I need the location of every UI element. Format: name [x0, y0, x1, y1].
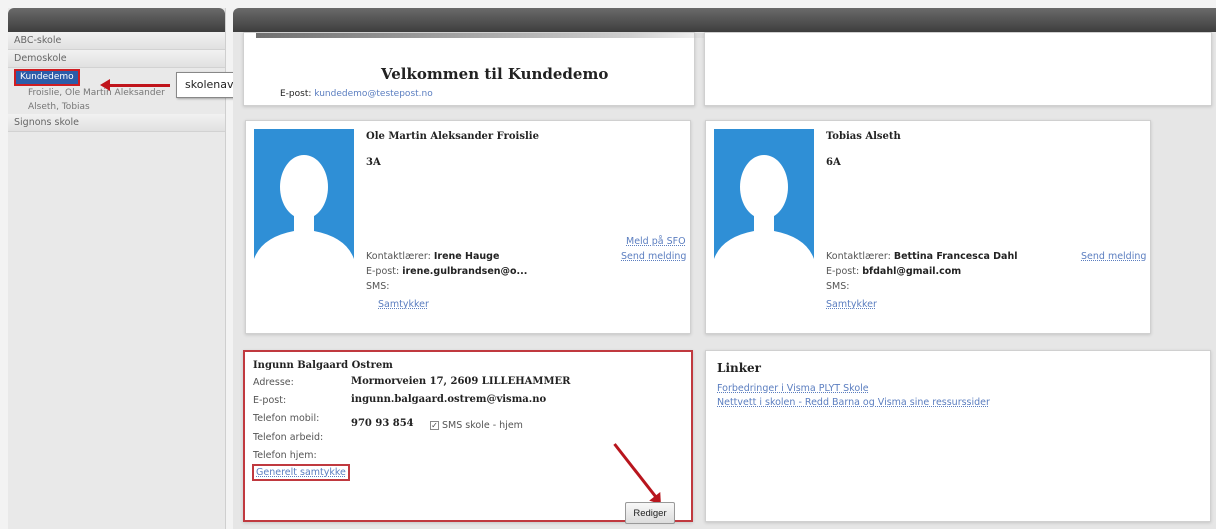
sidebar-subitem-alseth[interactable]: Alseth, Tobias [8, 100, 225, 114]
student-card: Ole Martin Aleksander Froislie 3A Kontak… [245, 120, 691, 334]
annotation-arrow-left [100, 79, 170, 91]
guardian-contact-card: Ingunn Balgaard Ostrem Adresse: Mormorve… [243, 350, 693, 524]
home-phone-label: Telefon hjem: [253, 450, 317, 461]
student-class: 3A [366, 157, 381, 168]
report-sfo-link[interactable]: Meld på SFO [626, 236, 686, 247]
teacher-name: Bettina Francesca Dahl [893, 251, 1018, 262]
links-card: Linker Forbedringer i Visma PLYT Skole N… [705, 350, 1211, 522]
main-header-bar [233, 8, 1216, 32]
welcome-card: Velkommen til Kundedemo E-post: kundedem… [243, 32, 726, 106]
welcome-email-link[interactable]: kundedemo@testepost.no [314, 89, 432, 99]
welcome-email: E-post: kundedemo@testepost.no [280, 89, 433, 99]
contact-teacher: Kontaktlærer: Irene Hauge [366, 251, 499, 262]
teacher-name: Irene Hauge [433, 251, 500, 262]
consent-link[interactable]: Samtykker [378, 299, 429, 310]
sms-option-label: SMS skole - hjem [442, 420, 523, 431]
mobile-label: Telefon mobil: [253, 413, 320, 424]
person-silhouette-icon [254, 155, 354, 297]
teacher-email-label: E-post: [826, 266, 860, 277]
teacher-email: E-post: irene.gulbrandsen@o... [366, 266, 527, 277]
teacher-email: E-post: bfdahl@gmail.com [826, 266, 961, 277]
welcome-email-label: E-post: [280, 89, 312, 99]
email-label: E-post: [253, 395, 287, 406]
sidebar-item-abc-skole[interactable]: ABC-skole [8, 32, 225, 50]
email-value: ingunn.balgaard.ostrem@visma.no [351, 394, 547, 405]
sms-label: SMS: [826, 281, 850, 292]
contact-teacher: Kontaktlærer: Bettina Francesca Dahl [826, 251, 1017, 262]
sidebar-item-demoskole[interactable]: Demoskole [8, 50, 225, 68]
edit-button[interactable]: Rediger [625, 502, 675, 524]
person-silhouette-icon [714, 155, 814, 297]
welcome-title: Velkommen til Kundedemo [381, 65, 609, 83]
student-name: Tobias Alseth [826, 131, 901, 142]
teacher-email-label: E-post: [366, 266, 400, 277]
address-value: Mormorveien 17, 2609 LILLEHAMMER [351, 376, 571, 387]
teacher-email-value: bfdahl@gmail.com [862, 266, 962, 277]
work-phone-label: Telefon arbeid: [253, 432, 324, 443]
consent-link[interactable]: Samtykker [826, 299, 877, 310]
checkbox-icon[interactable]: ✓ [430, 421, 439, 430]
guardian-name: Ingunn Balgaard Ostrem [253, 360, 393, 371]
student-card: Tobias Alseth 6A Kontaktlærer: Bettina F… [705, 120, 1151, 334]
blurred-strip [256, 33, 726, 38]
sms-label: SMS: [366, 281, 390, 292]
avatar [254, 129, 354, 297]
annotation-arrow-down [613, 443, 658, 499]
general-consent-link[interactable]: Generelt samtykke [252, 464, 350, 481]
teacher-label: Kontaktlærer: [366, 251, 431, 262]
links-title: Linker [717, 361, 761, 375]
sidebar-item-kundedemo-label: Kundedemo [14, 69, 80, 86]
sidebar-header [8, 8, 225, 32]
avatar [714, 129, 814, 297]
top-right-card [704, 32, 1212, 106]
send-message-link[interactable]: Send melding [1081, 251, 1146, 262]
sidebar-item-signons-skole[interactable]: Signons skole [8, 114, 225, 132]
teacher-email-value: irene.gulbrandsen@o... [402, 266, 528, 277]
link-nettvett[interactable]: Nettvett i skolen - Redd Barna og Visma … [717, 397, 990, 408]
link-visma-improvements[interactable]: Forbedringer i Visma PLYT Skole [717, 383, 869, 394]
send-message-link[interactable]: Send melding [621, 251, 686, 262]
sms-option[interactable]: ✓ SMS skole - hjem [430, 420, 523, 431]
student-class: 6A [826, 157, 841, 168]
address-label: Adresse: [253, 377, 294, 388]
teacher-label: Kontaktlærer: [826, 251, 891, 262]
mobile-value: 970 93 854 [351, 418, 414, 429]
student-name: Ole Martin Aleksander Froislie [366, 131, 539, 142]
main-content: Velkommen til Kundedemo E-post: kundedem… [233, 32, 1216, 529]
